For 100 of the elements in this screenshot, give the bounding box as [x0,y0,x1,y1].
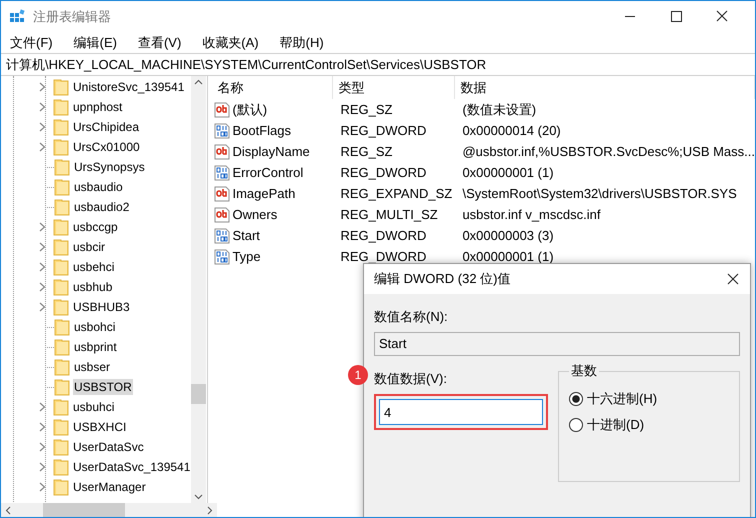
column-header[interactable]: 类型 [333,76,456,99]
close-icon[interactable] [726,272,740,286]
tree-item[interactable]: UrsChipidea [72,119,140,135]
radio-button[interactable] [569,392,583,406]
folder-icon [54,178,70,196]
tree-item[interactable]: UrsSynopsys [73,159,146,175]
expand-chevron-icon[interactable] [39,482,46,492]
window-title: 注册表编辑器 [33,8,111,26]
folder-icon [54,198,70,216]
expand-chevron-icon[interactable] [39,422,46,432]
string-value-icon [214,186,230,202]
radio-label[interactable]: 十六进制(H) [587,390,658,408]
value-name[interactable]: ImagePath [232,186,296,201]
tree-item[interactable]: USBHUB3 [72,299,131,315]
tree-item[interactable]: usbaudio2 [73,199,130,215]
value-name[interactable]: BootFlags [232,123,291,138]
menu-item[interactable]: 编辑(E) [66,34,125,52]
folder-icon [54,378,70,396]
table-cell-text: 0x00000014 (20) [461,123,562,138]
menu-item[interactable]: 文件(F) [3,34,61,52]
table-cell-text: usbstor.inf v_mscdsc.inf [461,207,602,222]
expand-chevron-icon[interactable] [39,402,46,412]
value-name[interactable]: Start [232,228,260,243]
binary-value-icon [214,228,230,244]
tree-item[interactable]: usbser [73,359,112,375]
tree-item[interactable]: usbhub [72,279,114,295]
vertical-scrollbar[interactable] [191,76,206,503]
expand-chevron-icon[interactable] [39,222,46,232]
folder-icon [54,318,70,336]
folder-icon [53,238,69,256]
address-bar[interactable]: 计算机\HKEY_LOCAL_MACHINE\SYSTEM\CurrentControlSet\Services\USBSTOR [1,53,755,76]
value-name[interactable]: Owners [232,207,278,222]
string-value-icon [214,144,230,160]
menu-item[interactable]: 查看(V) [130,34,190,52]
registry-icon [9,8,25,24]
tree-item[interactable]: usbuhci [72,399,116,415]
table-cell-text: 0x00000003 (3) [461,228,555,243]
folder-icon [53,218,69,236]
folder-icon [54,338,70,356]
binary-value-icon [214,248,230,264]
folder-icon [53,258,69,276]
menu-item[interactable]: 帮助(H) [272,34,332,52]
value-name[interactable]: Type [232,249,261,264]
value-name[interactable]: ErrorControl [232,165,304,180]
tree-item[interactable]: UnistoreSvc_139541 [72,79,186,95]
expand-chevron-icon[interactable] [39,142,46,152]
tree-item[interactable]: USBSTOR [73,379,133,395]
folder-icon [53,418,69,436]
value-name[interactable]: DisplayName [232,144,310,159]
binary-value-icon [214,164,230,180]
column-header[interactable]: 名称 [212,76,334,99]
folder-icon [53,438,69,456]
dialog-title: 编辑 DWORD (32 位)值 [374,270,510,288]
expand-chevron-icon[interactable] [39,282,46,292]
table-cell-text: 0x00000001 (1) [461,165,555,180]
column-header[interactable]: 数据 [455,76,755,99]
expand-chevron-icon[interactable] [39,302,46,312]
tree-item[interactable]: USBXHCI [72,419,128,435]
folder-icon [54,358,70,376]
scroll-thumb[interactable] [191,384,206,404]
folder-icon [53,138,69,156]
tree-item[interactable]: usbehci [72,259,116,275]
expand-chevron-icon[interactable] [39,462,46,472]
folder-icon [53,298,69,316]
string-value-icon [214,102,230,118]
folder-icon [53,98,69,116]
tree-item[interactable]: usbcir [72,239,106,255]
expand-chevron-icon[interactable] [39,242,46,252]
value-name[interactable]: (默认) [232,100,268,118]
expand-chevron-icon[interactable] [39,82,46,92]
tree-item[interactable]: upnphost [72,99,124,115]
value-data-field[interactable]: 4 [379,399,543,425]
table-cell-text: REG_DWORD [339,165,428,180]
value-name-field[interactable]: Start [374,332,740,356]
tree-item[interactable]: UserDataSvc [72,439,145,455]
expand-chevron-icon[interactable] [39,262,46,272]
string-value-icon [214,206,230,222]
group-label: 基数 [570,362,598,380]
radio-button[interactable] [569,418,583,432]
tree-item[interactable]: UserDataSvc_139541 [72,459,192,475]
expand-chevron-icon[interactable] [39,102,46,112]
table-cell-text: REG_SZ [339,102,394,117]
folder-icon [53,278,69,296]
folder-icon [53,458,69,476]
horizontal-scrollbar[interactable] [1,503,217,517]
menu-item[interactable]: 收藏夹(A) [195,34,267,52]
folder-icon [53,78,69,96]
table-cell-text: (数值未设置) [461,100,538,118]
table-cell-text: REG_DWORD [339,123,428,138]
tree-item[interactable]: UrsCx01000 [72,139,141,155]
tree-item[interactable]: usbccgp [72,219,119,235]
tree-item[interactable]: usbprint [73,339,118,355]
radio-label[interactable]: 十进制(D) [587,416,644,434]
tree-item[interactable]: UserManager [72,479,147,495]
expand-chevron-icon[interactable] [39,122,46,132]
step-marker: 1 [348,365,368,385]
tree-item[interactable]: usbaudio [73,179,124,195]
scroll-thumb[interactable] [43,503,125,517]
expand-chevron-icon[interactable] [39,442,46,452]
tree-item[interactable]: usbohci [73,319,116,335]
